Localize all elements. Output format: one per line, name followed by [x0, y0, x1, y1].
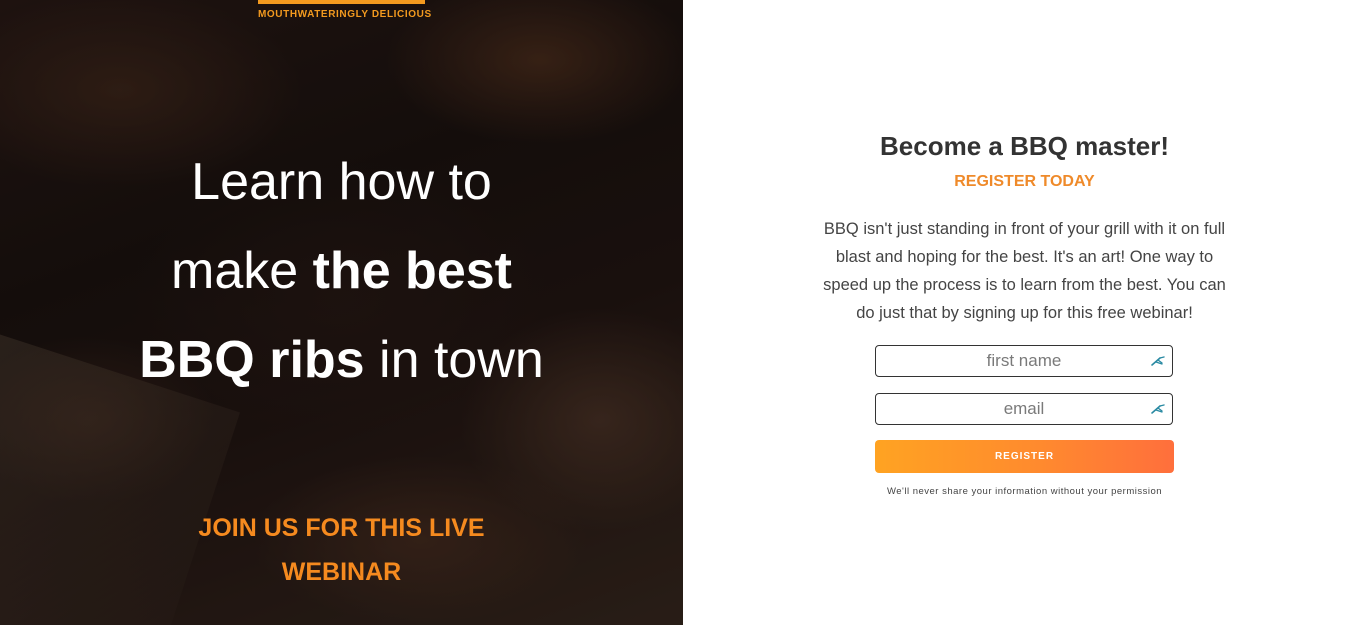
form-title: Become a BBQ master!: [880, 131, 1169, 161]
landing-page: MOUTHWATERINGLY DELICIOUS Learn how to m…: [0, 0, 1366, 625]
hero-section: MOUTHWATERINGLY DELICIOUS Learn how to m…: [0, 0, 683, 625]
headline-line-3: BBQ ribs in town: [0, 316, 683, 405]
autofill-key-icon[interactable]: [1150, 402, 1166, 416]
register-button[interactable]: REGISTER: [875, 440, 1174, 473]
brand-tagline: MOUTHWATERINGLY DELICIOUS: [258, 9, 432, 20]
autofill-key-icon[interactable]: [1150, 354, 1166, 368]
hero-cta-line-1: JOIN US FOR THIS LIVE: [198, 514, 485, 542]
form-description: BBQ isn't just standing in front of your…: [823, 220, 1226, 322]
headline-line-2-bold: the best: [312, 242, 512, 300]
first-name-input[interactable]: [876, 346, 1172, 376]
logo-bar: [258, 0, 425, 4]
privacy-note: We'll never share your information witho…: [886, 486, 1163, 497]
email-input[interactable]: [876, 394, 1172, 424]
email-field-wrapper: [875, 393, 1173, 425]
headline-line-3-bold: BBQ ribs: [139, 331, 365, 389]
form-subtitle: REGISTER TODAY: [954, 173, 1095, 190]
registration-panel: Become a BBQ master! REGISTER TODAY BBQ …: [683, 0, 1366, 625]
hero-cta-line-2: WEBINAR: [281, 558, 402, 586]
headline-line-2: make the best: [0, 227, 683, 316]
hero-headline: Learn how to make the best BBQ ribs in t…: [0, 138, 683, 405]
headline-line-1: Learn how to: [0, 138, 683, 227]
headline-line-3-light: in town: [364, 331, 544, 389]
first-name-field-wrapper: [875, 345, 1173, 377]
hero-content: MOUTHWATERINGLY DELICIOUS Learn how to m…: [0, 0, 683, 625]
headline-line-1-text: Learn how to: [191, 153, 492, 211]
hero-cta: JOIN US FOR THIS LIVE WEBINAR: [0, 506, 683, 594]
headline-line-2-light: make: [171, 242, 313, 300]
